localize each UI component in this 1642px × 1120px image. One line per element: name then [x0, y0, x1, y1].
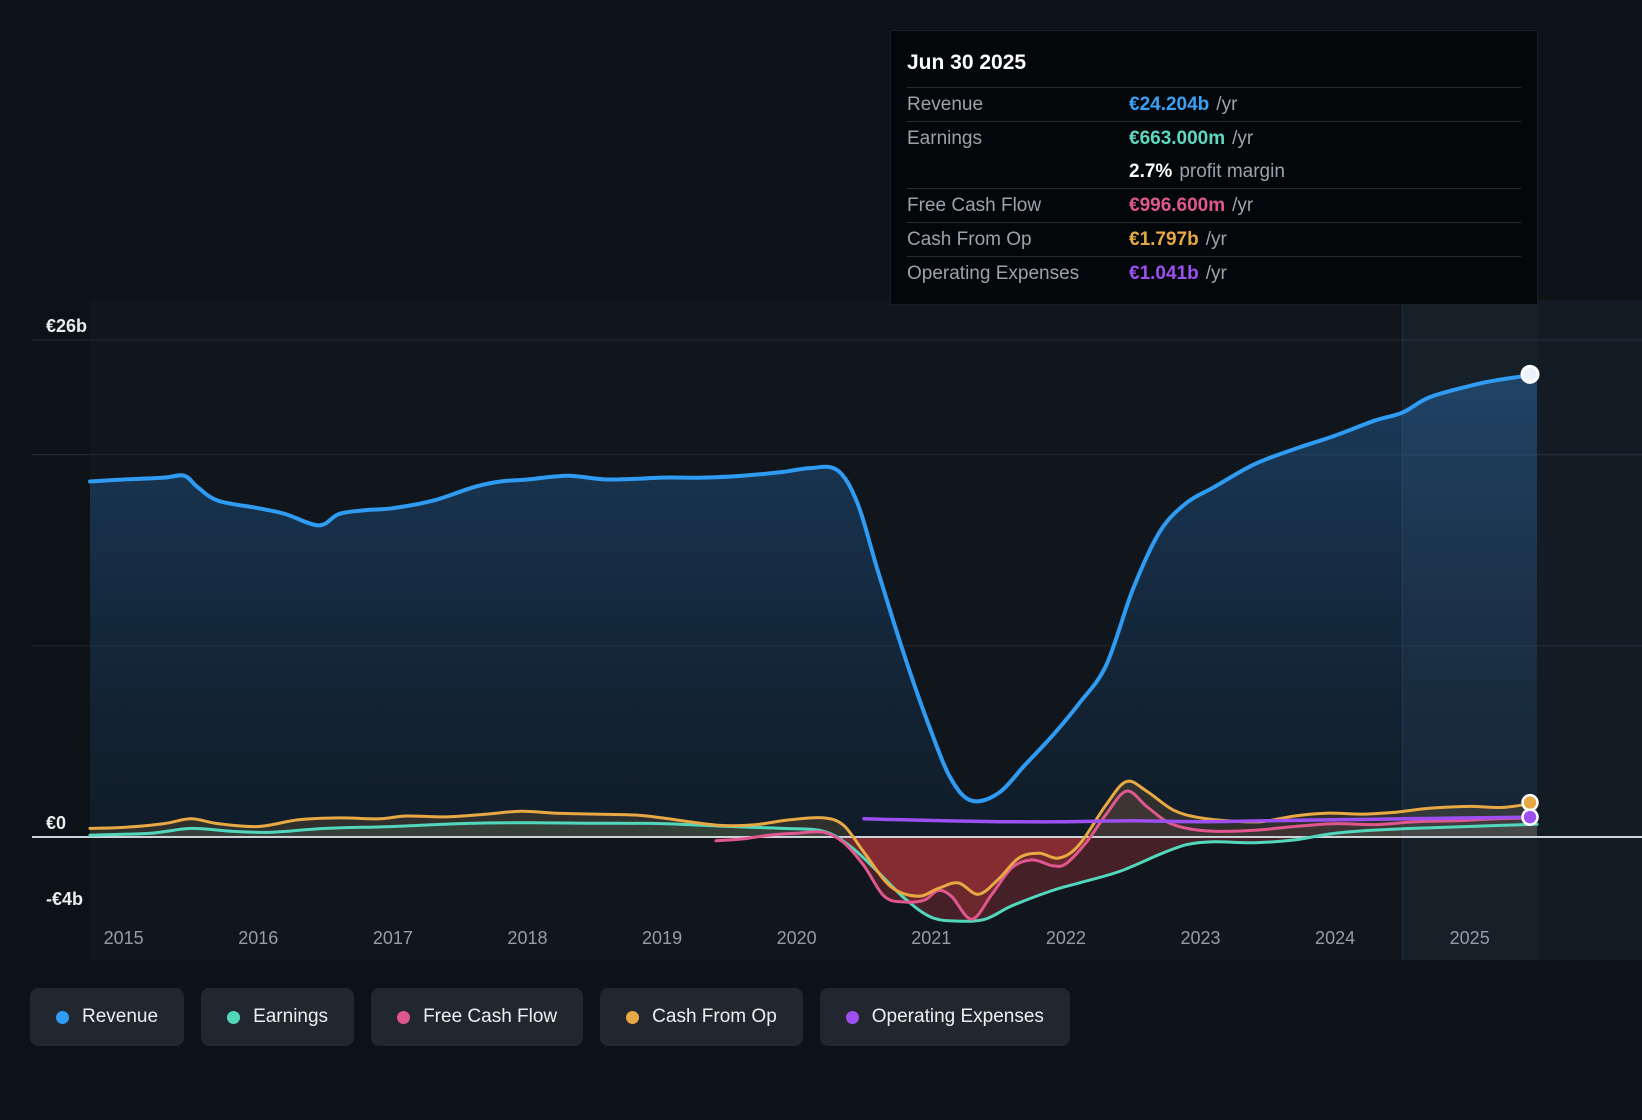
revenue-dot-icon — [56, 1011, 69, 1024]
tooltip-value-earnings: €663.000m — [1129, 128, 1225, 150]
tooltip-label: Revenue — [907, 94, 1129, 116]
legend-label: Earnings — [253, 1006, 328, 1028]
x-axis-label: 2024 — [1315, 928, 1355, 949]
tooltip-value-cash-from-op: €1.797b — [1129, 229, 1199, 251]
y-axis-label: -€4b — [46, 889, 83, 910]
tooltip-value-revenue: €24.204b — [1129, 94, 1209, 116]
legend-item-operating-expenses[interactable]: Operating Expenses — [820, 988, 1070, 1046]
tooltip-label: Cash From Op — [907, 229, 1129, 251]
x-axis-label: 2023 — [1180, 928, 1220, 949]
tooltip-value-profit-margin: 2.7% — [1129, 161, 1172, 183]
legend-item-free-cash-flow[interactable]: Free Cash Flow — [371, 988, 583, 1046]
x-axis-label: 2018 — [507, 928, 547, 949]
tooltip-label: Free Cash Flow — [907, 195, 1129, 217]
tooltip-row-free-cash-flow: Free Cash Flow €996.600m /yr — [907, 188, 1521, 222]
x-axis-label: 2019 — [642, 928, 682, 949]
tooltip-suffix: profit margin — [1179, 161, 1285, 183]
tooltip-row-revenue: Revenue €24.204b /yr — [907, 87, 1521, 121]
tooltip-row-cash-from-op: Cash From Op €1.797b /yr — [907, 222, 1521, 256]
tooltip: Jun 30 2025 Revenue €24.204b /yr Earning… — [890, 30, 1538, 305]
x-axis-label: 2021 — [911, 928, 951, 949]
x-axis-label: 2016 — [238, 928, 278, 949]
tooltip-label: Earnings — [907, 128, 1129, 150]
earnings-dot-icon — [227, 1011, 240, 1024]
legend-item-revenue[interactable]: Revenue — [30, 988, 184, 1046]
tooltip-row-profit-margin: 2.7% profit margin — [907, 155, 1521, 188]
tooltip-suffix: /yr — [1232, 128, 1253, 150]
free-cash-flow-dot-icon — [397, 1011, 410, 1024]
legend: Revenue Earnings Free Cash Flow Cash Fro… — [30, 988, 1070, 1046]
legend-item-earnings[interactable]: Earnings — [201, 988, 354, 1046]
operating-expenses-dot-icon — [846, 1011, 859, 1024]
timeseries-chart[interactable] — [0, 300, 1642, 960]
tooltip-value-free-cash-flow: €996.600m — [1129, 195, 1225, 217]
cash-from-op-dot-icon — [626, 1011, 639, 1024]
tooltip-date: Jun 30 2025 — [907, 41, 1521, 87]
legend-label: Free Cash Flow — [423, 1006, 557, 1028]
legend-item-cash-from-op[interactable]: Cash From Op — [600, 988, 803, 1046]
tooltip-label: Operating Expenses — [907, 263, 1129, 285]
tooltip-row-earnings: Earnings €663.000m /yr — [907, 121, 1521, 155]
legend-label: Operating Expenses — [872, 1006, 1044, 1028]
x-axis-label: 2020 — [777, 928, 817, 949]
legend-label: Revenue — [82, 1006, 158, 1028]
y-axis-label: €0 — [46, 813, 66, 834]
tooltip-suffix: /yr — [1206, 263, 1227, 285]
x-axis-label: 2025 — [1450, 928, 1490, 949]
x-axis-label: 2022 — [1046, 928, 1086, 949]
tooltip-suffix: /yr — [1232, 195, 1253, 217]
chart-canvas[interactable] — [0, 300, 1642, 960]
tooltip-value-operating-expenses: €1.041b — [1129, 263, 1199, 285]
tooltip-suffix: /yr — [1206, 229, 1227, 251]
x-axis-label: 2015 — [104, 928, 144, 949]
y-axis-label: €26b — [46, 316, 87, 337]
tooltip-suffix: /yr — [1216, 94, 1237, 116]
tooltip-row-operating-expenses: Operating Expenses €1.041b /yr — [907, 256, 1521, 290]
x-axis-label: 2017 — [373, 928, 413, 949]
legend-label: Cash From Op — [652, 1006, 777, 1028]
